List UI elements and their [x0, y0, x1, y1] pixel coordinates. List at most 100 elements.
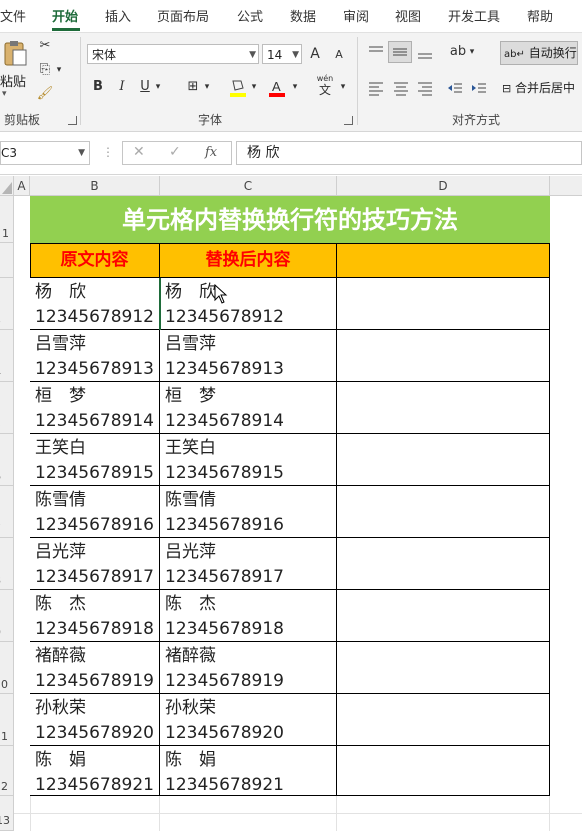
borders-icon[interactable]: ⊞: [184, 77, 202, 97]
column-header-b[interactable]: B: [30, 176, 160, 196]
align-right-icon[interactable]: [416, 79, 434, 97]
underline-button[interactable]: U: [137, 77, 153, 97]
empty-cell[interactable]: [337, 330, 550, 382]
original-cell[interactable]: 杨 欣 12345678912: [30, 278, 160, 330]
original-cell[interactable]: 吕雪萍 12345678913: [30, 330, 160, 382]
cancel-icon[interactable]: ✕: [133, 144, 145, 160]
row-header-11[interactable]: 11: [0, 694, 14, 746]
header-original-cell[interactable]: 原文内容: [30, 243, 160, 278]
clipboard-dialog-launcher-icon[interactable]: [68, 116, 77, 125]
row-header-10[interactable]: 10: [0, 642, 14, 694]
font-color-dropdown-chevron-icon[interactable]: ▾: [290, 77, 300, 97]
font-name-select[interactable]: 宋体 ▼: [87, 44, 259, 64]
replaced-cell[interactable]: 褚醉薇 12345678919: [160, 642, 337, 694]
align-top-icon[interactable]: [367, 43, 385, 61]
phonetic-guide-icon[interactable]: wén 文: [314, 74, 336, 98]
replaced-cell[interactable]: 王笑白 12345678915: [160, 434, 337, 486]
replaced-cell[interactable]: 吕雪萍 12345678913: [160, 330, 337, 382]
column-header-a[interactable]: A: [14, 176, 30, 196]
row-header-7[interactable]: 7: [0, 486, 14, 538]
empty-cell[interactable]: [337, 694, 550, 746]
merge-center-button[interactable]: ⊟ 合并后居中: [502, 77, 582, 99]
italic-button[interactable]: I: [114, 77, 130, 97]
replaced-cell[interactable]: 陈 娟 12345678921: [160, 746, 337, 796]
empty-cell[interactable]: [337, 486, 550, 538]
more-dots-icon[interactable]: ⋮: [102, 145, 114, 159]
font-dialog-launcher-icon[interactable]: [344, 116, 353, 125]
column-header-d[interactable]: D: [337, 176, 550, 196]
sheet-title-cell[interactable]: 单元格内替换换行符的技巧方法: [30, 196, 550, 243]
format-painter-icon[interactable]: 🖌: [36, 84, 54, 104]
fill-color-icon[interactable]: [229, 78, 247, 98]
align-left-icon[interactable]: [367, 79, 385, 97]
tab-view[interactable]: 视图: [395, 6, 421, 25]
empty-cell[interactable]: [337, 434, 550, 486]
replaced-cell[interactable]: 桓 梦 12345678914: [160, 382, 337, 434]
grow-font-icon[interactable]: A: [306, 44, 324, 64]
name-box[interactable]: C3 ▼: [0, 141, 90, 165]
original-cell[interactable]: 桓 梦 12345678914: [30, 382, 160, 434]
underline-dropdown-chevron-icon[interactable]: ▾: [153, 77, 163, 97]
wrap-text-button[interactable]: ab↵ 自动换行: [500, 41, 578, 65]
paste-icon[interactable]: [2, 39, 28, 67]
tab-home[interactable]: 开始: [52, 6, 78, 25]
row-header-6[interactable]: 6: [0, 434, 14, 486]
empty-cell[interactable]: [337, 746, 550, 796]
increase-indent-icon[interactable]: [470, 79, 488, 97]
orientation-dropdown-chevron-icon[interactable]: ▾: [467, 42, 477, 62]
original-cell[interactable]: 陈 娟 12345678921: [30, 746, 160, 796]
empty-cell[interactable]: [337, 590, 550, 642]
original-cell[interactable]: 陈 杰 12345678918: [30, 590, 160, 642]
paste-button-label[interactable]: 粘贴: [0, 71, 26, 90]
tab-insert[interactable]: 插入: [105, 6, 131, 25]
row-header-9[interactable]: 9: [0, 590, 14, 642]
replaced-cell[interactable]: 陈 杰 12345678918: [160, 590, 337, 642]
original-cell[interactable]: 吕光萍 12345678917: [30, 538, 160, 590]
cut-icon[interactable]: ✂: [36, 36, 54, 56]
copy-icon[interactable]: ⎘: [36, 60, 54, 80]
replaced-cell[interactable]: 杨 欣 12345678912: [160, 278, 337, 330]
empty-cell[interactable]: [337, 382, 550, 434]
tab-developer[interactable]: 开发工具: [448, 6, 500, 25]
column-header-c[interactable]: C: [160, 176, 337, 196]
row-header-4[interactable]: 4: [0, 330, 14, 382]
text-orientation-icon[interactable]: ab: [448, 42, 468, 62]
empty-cell[interactable]: [337, 538, 550, 590]
font-color-icon[interactable]: A: [268, 78, 286, 98]
font-size-select[interactable]: 14 ▼: [262, 44, 302, 64]
select-all-corner[interactable]: [0, 176, 14, 196]
enter-check-icon[interactable]: ✓: [169, 144, 181, 160]
tab-data[interactable]: 数据: [290, 6, 316, 25]
shrink-font-icon[interactable]: A: [330, 45, 348, 65]
insert-function-icon[interactable]: fx: [205, 145, 217, 160]
tab-page-layout[interactable]: 页面布局: [157, 6, 209, 25]
row-header-2[interactable]: 2: [0, 243, 14, 278]
empty-cell[interactable]: [337, 642, 550, 694]
original-cell[interactable]: 褚醉薇 12345678919: [30, 642, 160, 694]
original-cell[interactable]: 孙秋荣 12345678920: [30, 694, 160, 746]
borders-dropdown-chevron-icon[interactable]: ▾: [202, 77, 212, 97]
row-header-8[interactable]: 8: [0, 538, 14, 590]
original-cell[interactable]: 王笑白 12345678915: [30, 434, 160, 486]
formula-input[interactable]: 杨 欣: [236, 141, 582, 165]
replaced-cell[interactable]: 吕光萍 12345678917: [160, 538, 337, 590]
decrease-indent-icon[interactable]: [446, 79, 464, 97]
row-header-1[interactable]: 1: [0, 196, 14, 243]
tab-review[interactable]: 审阅: [343, 6, 369, 25]
replaced-cell[interactable]: 孙秋荣 12345678920: [160, 694, 337, 746]
align-middle-icon[interactable]: [388, 41, 412, 63]
bold-button[interactable]: B: [90, 77, 106, 97]
header-replaced-cell[interactable]: 替换后内容: [160, 243, 337, 278]
row-header-13[interactable]: 13: [0, 796, 14, 831]
column-header-e[interactable]: [550, 176, 582, 196]
empty-cell[interactable]: [337, 278, 550, 330]
align-center-icon[interactable]: [392, 79, 410, 97]
row-header-12[interactable]: 12: [0, 746, 14, 796]
align-bottom-icon[interactable]: [416, 43, 434, 61]
fill-color-dropdown-chevron-icon[interactable]: ▾: [249, 77, 259, 97]
tab-help[interactable]: 帮助: [527, 6, 553, 25]
tab-formulas[interactable]: 公式: [237, 6, 263, 25]
paste-dropdown-chevron-icon[interactable]: ▾: [2, 89, 7, 99]
tab-file[interactable]: 文件: [0, 6, 26, 25]
replaced-cell[interactable]: 陈雪倩 12345678916: [160, 486, 337, 538]
